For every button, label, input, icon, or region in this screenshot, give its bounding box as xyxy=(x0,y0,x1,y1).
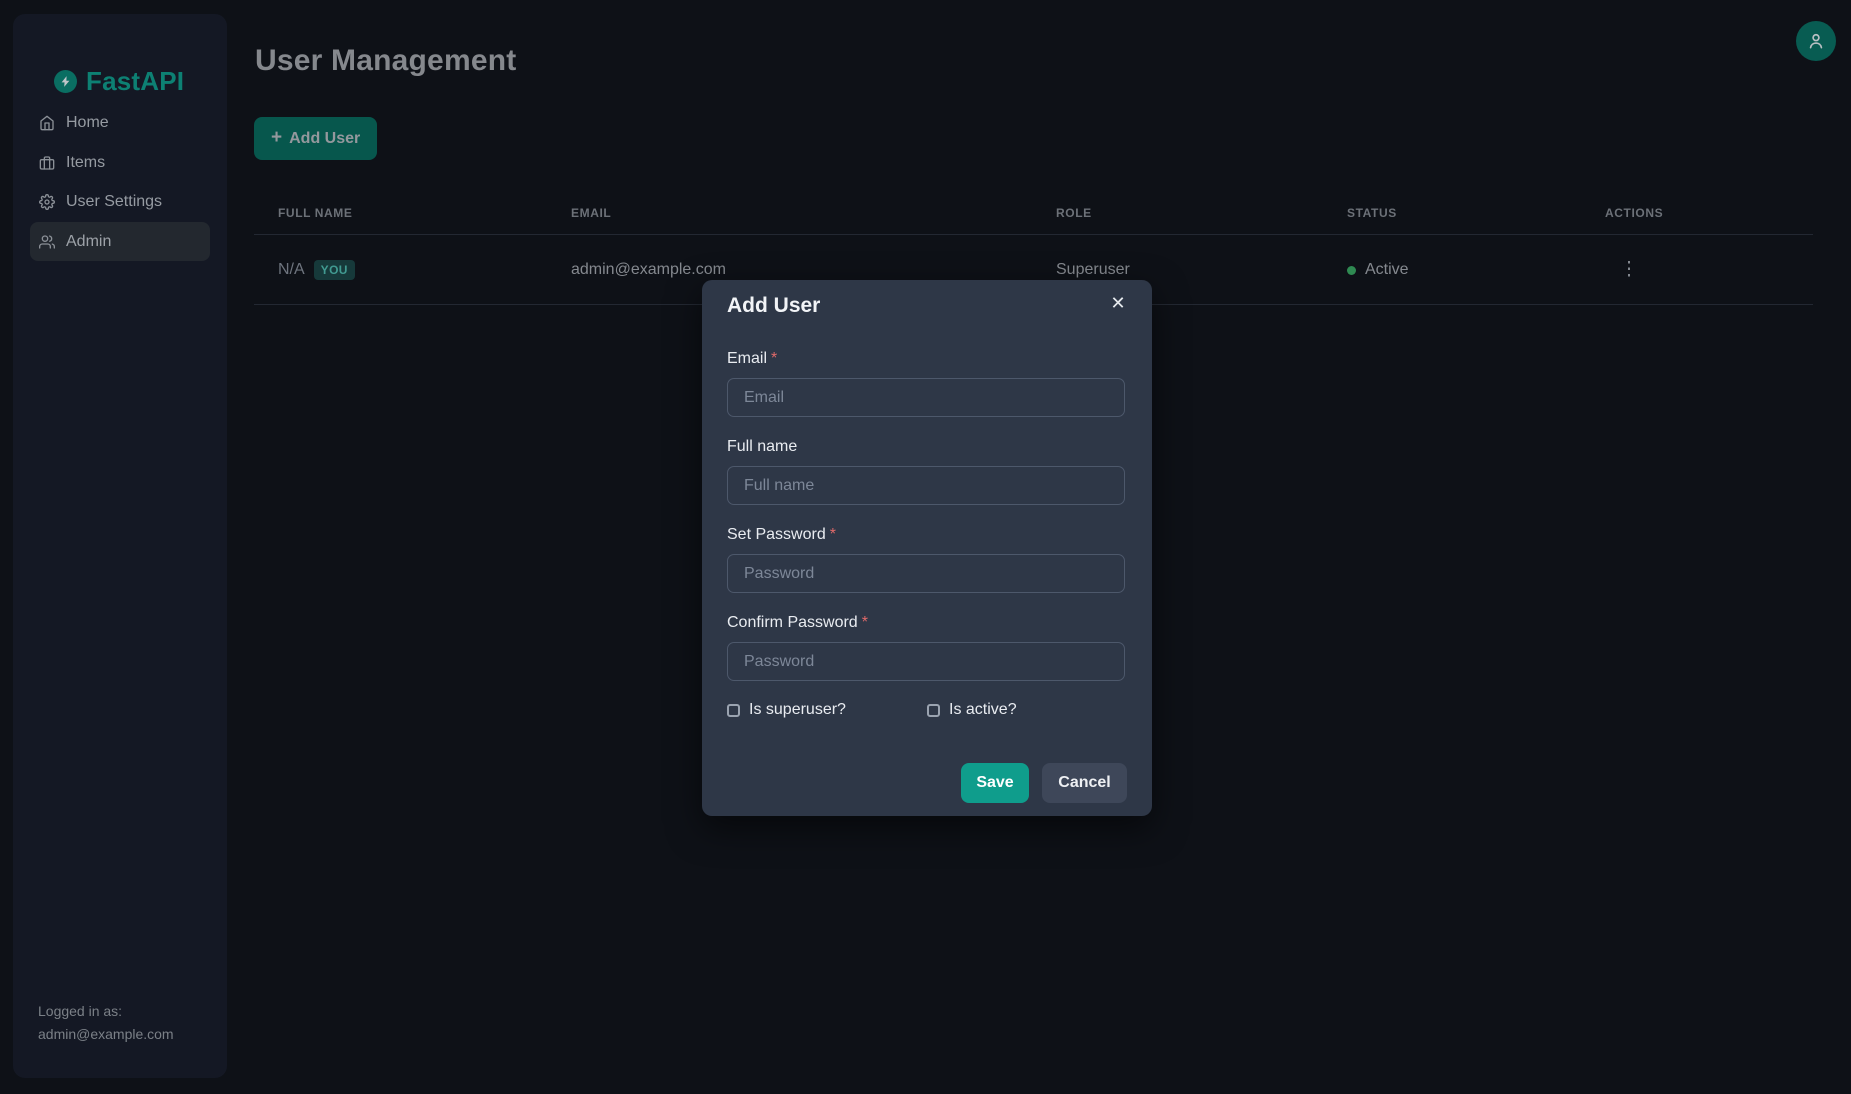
close-icon: ✕ xyxy=(1110,293,1125,313)
is-active-label: Is active? xyxy=(949,701,1017,719)
label-text: Email xyxy=(727,350,767,367)
modal-close-button[interactable]: ✕ xyxy=(1104,289,1132,317)
status-value: Active xyxy=(1365,261,1409,279)
save-button[interactable]: Save xyxy=(961,763,1029,803)
sidebar-item-label: User Settings xyxy=(66,193,162,211)
users-table-header: FULL NAME EMAIL ROLE STATUS ACTIONS xyxy=(254,195,1813,235)
label-text: Full name xyxy=(727,438,797,455)
sidebar-item-label: Admin xyxy=(66,233,111,251)
cell-status: Active xyxy=(1347,235,1409,305)
sidebar: FastAPI Home Items User Settings Admin L… xyxy=(13,14,227,1078)
col-role: ROLE xyxy=(1056,206,1092,220)
required-marker: * xyxy=(862,614,868,631)
page-title: User Management xyxy=(255,44,516,78)
briefcase-icon xyxy=(39,155,55,171)
you-badge: YOU xyxy=(314,260,355,280)
set-password-field[interactable] xyxy=(727,554,1125,593)
add-user-button[interactable]: + Add User xyxy=(254,117,377,160)
add-user-modal: Add User ✕ Email* Full name Set Password… xyxy=(702,280,1152,816)
sidebar-item-label: Home xyxy=(66,114,109,132)
required-marker: * xyxy=(771,350,777,367)
full-name-field-label: Full name xyxy=(727,438,1125,458)
email-field-label: Email* xyxy=(727,350,1125,370)
add-user-button-label: Add User xyxy=(289,130,360,148)
fastapi-bolt-icon xyxy=(54,70,77,93)
email-field[interactable] xyxy=(727,378,1125,417)
label-text: Confirm Password xyxy=(727,614,858,631)
brand-logo[interactable]: FastAPI xyxy=(54,66,184,97)
user-icon xyxy=(1806,31,1826,51)
checkbox-icon xyxy=(927,704,940,717)
sidebar-item-home[interactable]: Home xyxy=(30,103,210,142)
confirm-password-field[interactable] xyxy=(727,642,1125,681)
confirm-password-field-label: Confirm Password* xyxy=(727,614,1125,634)
col-full-name: FULL NAME xyxy=(278,206,353,220)
logged-in-info: Logged in as: admin@example.com xyxy=(38,1000,174,1046)
user-avatar-button[interactable] xyxy=(1796,21,1836,61)
logged-in-as-label: Logged in as: xyxy=(38,1000,174,1023)
col-status: STATUS xyxy=(1347,206,1397,220)
col-actions: ACTIONS xyxy=(1605,206,1663,220)
checkbox-icon xyxy=(727,704,740,717)
required-marker: * xyxy=(830,526,836,543)
sidebar-item-user-settings[interactable]: User Settings xyxy=(30,182,210,221)
logged-in-email: admin@example.com xyxy=(38,1023,174,1046)
app-root: FastAPI Home Items User Settings Admin L… xyxy=(0,0,1851,1094)
modal-title: Add User xyxy=(727,294,820,318)
cell-full-name: N/A YOU xyxy=(278,235,355,305)
row-actions-menu-button[interactable]: ⋮ xyxy=(1616,252,1642,288)
full-name-field[interactable] xyxy=(727,466,1125,505)
ellipsis-vertical-icon: ⋮ xyxy=(1620,259,1639,280)
status-dot-icon xyxy=(1347,266,1356,275)
label-text: Set Password xyxy=(727,526,826,543)
sidebar-item-label: Items xyxy=(66,154,105,172)
full-name-field-group: Full name xyxy=(727,438,1125,458)
set-password-field-group: Set Password* xyxy=(727,526,1125,546)
brand-name: FastAPI xyxy=(86,66,184,97)
confirm-password-field-group: Confirm Password* xyxy=(727,614,1125,634)
sidebar-item-items[interactable]: Items xyxy=(30,143,210,182)
users-icon xyxy=(39,234,55,250)
email-field-group: Email* xyxy=(727,350,1125,370)
set-password-field-label: Set Password* xyxy=(727,526,1125,546)
home-icon xyxy=(39,115,55,131)
is-active-checkbox[interactable]: Is active? xyxy=(927,701,1017,719)
sidebar-item-admin[interactable]: Admin xyxy=(30,222,210,261)
col-email: EMAIL xyxy=(571,206,611,220)
is-superuser-label: Is superuser? xyxy=(749,701,846,719)
gear-icon xyxy=(39,194,55,210)
cancel-button[interactable]: Cancel xyxy=(1042,763,1127,803)
full-name-value: N/A xyxy=(278,261,305,279)
is-superuser-checkbox[interactable]: Is superuser? xyxy=(727,701,846,719)
plus-icon: + xyxy=(271,128,282,147)
